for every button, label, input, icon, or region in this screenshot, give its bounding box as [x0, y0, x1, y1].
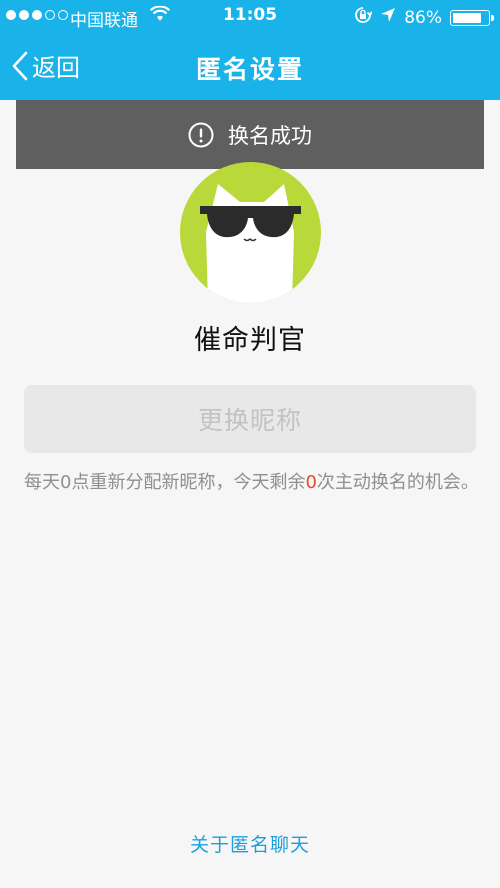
- avatar: [180, 162, 321, 303]
- header: 中国联通 11:05 86% 返回 匿名设置: [0, 0, 500, 100]
- battery-percent: 86%: [404, 7, 442, 28]
- cat-with-sunglasses-avatar-icon: [200, 184, 301, 303]
- about-anonymous-chat-link[interactable]: 关于匿名聊天: [0, 830, 500, 857]
- nickname-rules-note: 每天0点重新分配新昵称，今天剩余0次主动换名的机会。: [24, 469, 484, 497]
- status-bar: 中国联通 11:05 86%: [0, 0, 500, 32]
- battery-fill: [453, 12, 482, 23]
- change-nickname-button[interactable]: 更换昵称: [24, 385, 476, 453]
- nickname: 催命判官: [194, 325, 306, 356]
- location-arrow-icon: [380, 7, 396, 28]
- toast-banner: 换名成功: [16, 100, 484, 169]
- remaining-count: 0: [305, 472, 317, 493]
- battery-icon: [450, 9, 494, 26]
- page-title: 匿名设置: [195, 55, 304, 84]
- status-right: 86%: [354, 6, 494, 29]
- toast-message: 换名成功: [228, 123, 312, 148]
- rotation-lock-icon: [354, 6, 373, 29]
- exclamation-circle-icon: [188, 122, 214, 147]
- note-text-after: 次主动换名的机会。: [316, 472, 479, 493]
- note-text-before: 每天0点重新分配新昵称，今天剩余: [24, 472, 306, 493]
